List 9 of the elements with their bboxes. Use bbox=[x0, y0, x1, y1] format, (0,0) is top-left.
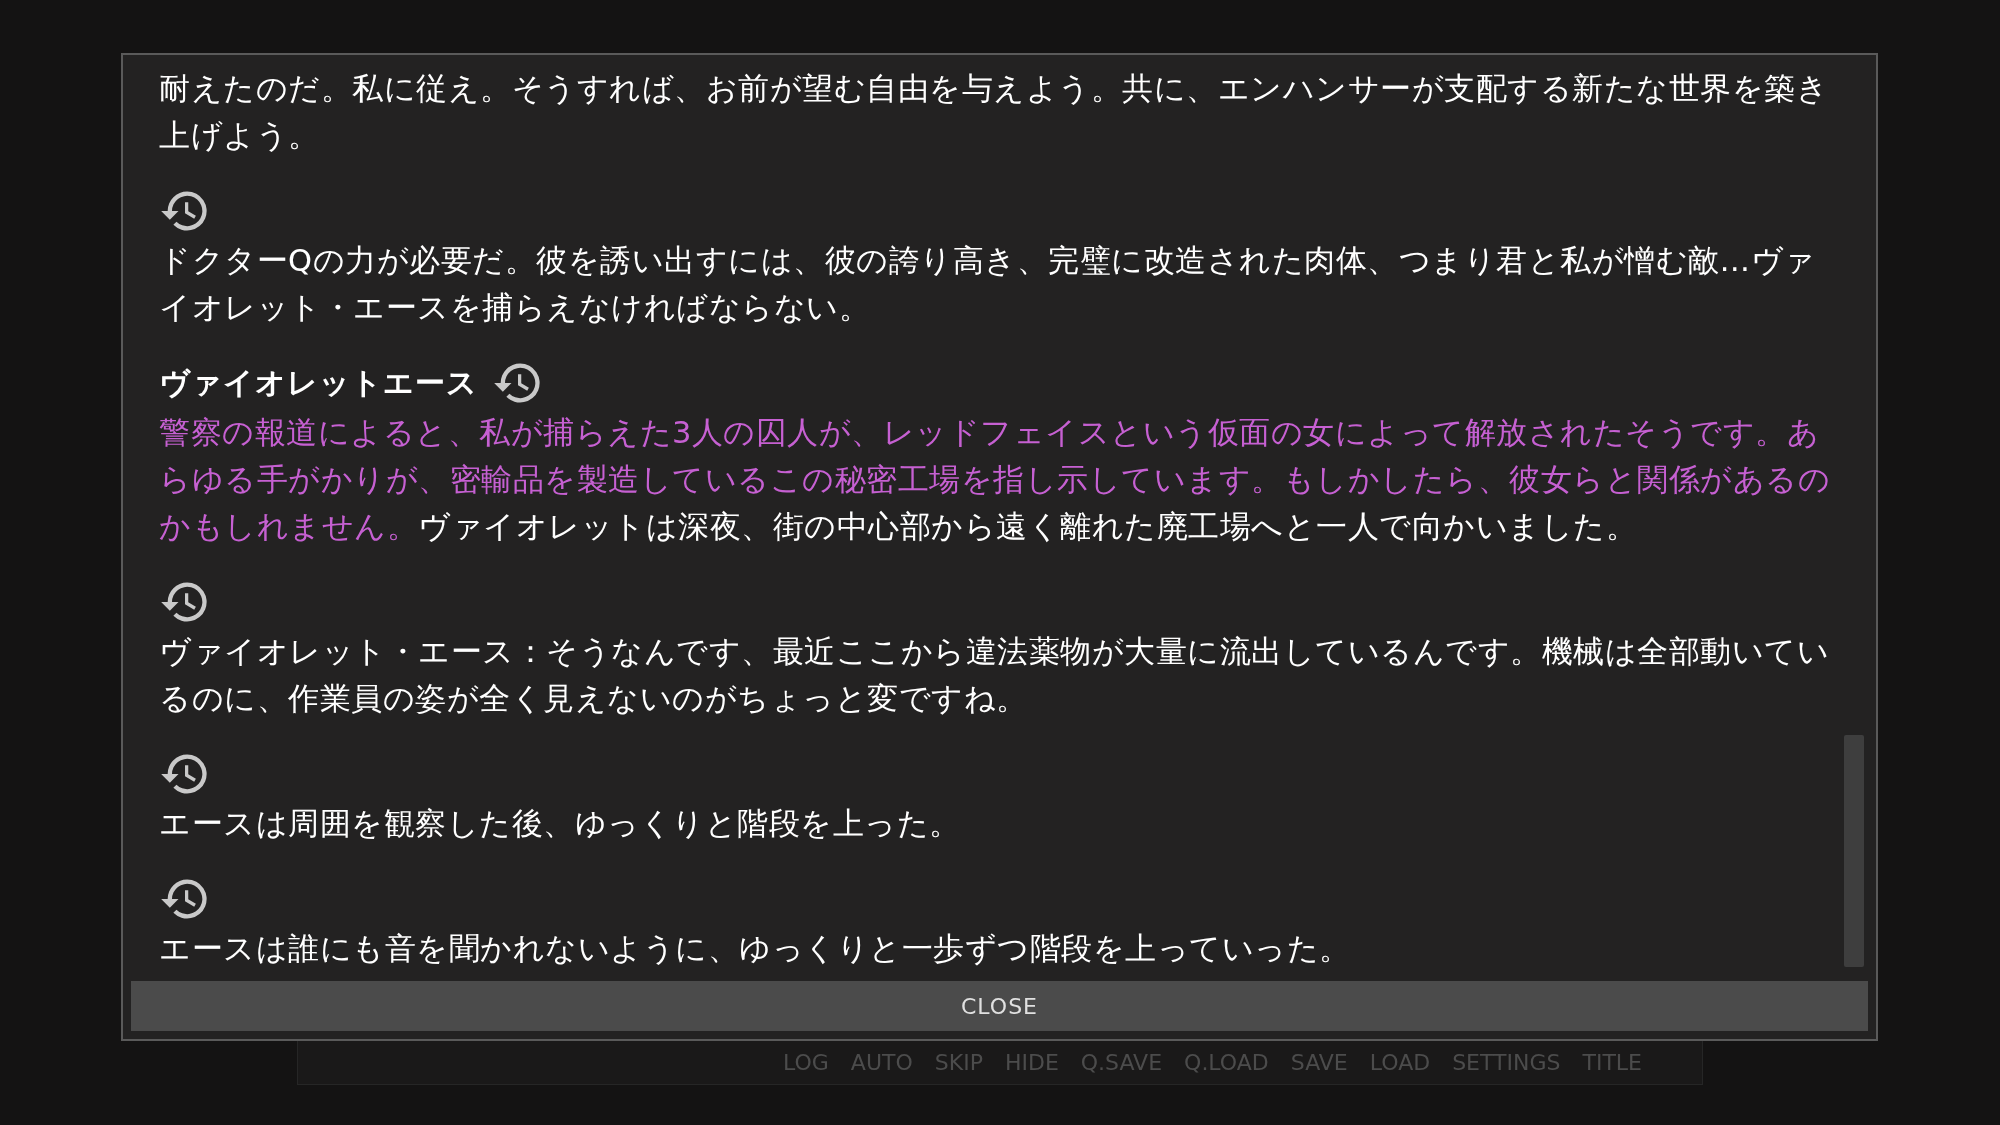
speaker-name: ヴァイオレットエース bbox=[159, 363, 478, 402]
log-text: 耐えたのだ。私に従え。そうすれば、お前が望む自由を与えよう。共に、エンハンサーが支配する新たな世界を築き上げよう。 bbox=[159, 70, 1829, 155]
log-text: 警察の報道によると、私が捕らえた3人の囚人が、レッドフェイスという仮面の女によって解放されたそうです。あらゆる手がかりが、密輸品を製造しているこの秘密工場を指し示しています。もしかしたら、彼女らと関係があるのかもしれません。ヴァイオレットは深夜、街の中心部から遠く離れた廃工場へと一人で向かいました。 bbox=[159, 414, 1831, 546]
close-button[interactable]: CLOSE bbox=[131, 981, 1868, 1031]
log-text: エースは誰にも音を聞かれないように、ゆっくりと一歩ずつ階段を上っていった。 bbox=[159, 930, 1352, 968]
log-text: ドクターQの力が必要だ。彼を誘い出すには、彼の誇り高き、完璧に改造された肉体、つまり君と私が憎む敵…ヴァイオレット・エースを捕らえなければならない。 bbox=[159, 242, 1817, 327]
log-text: エースは周囲を観察した後、ゆっくりと階段を上った。 bbox=[159, 805, 962, 843]
scrollbar-thumb[interactable] bbox=[1844, 735, 1864, 967]
log-text: ヴァイオレット・エース：そうなんです、最近ここから違法薬物が大量に流出しているんです。機械は全部動いているのに、作業員の姿が全く見えないのがちょっと変ですね。 bbox=[159, 633, 1830, 718]
